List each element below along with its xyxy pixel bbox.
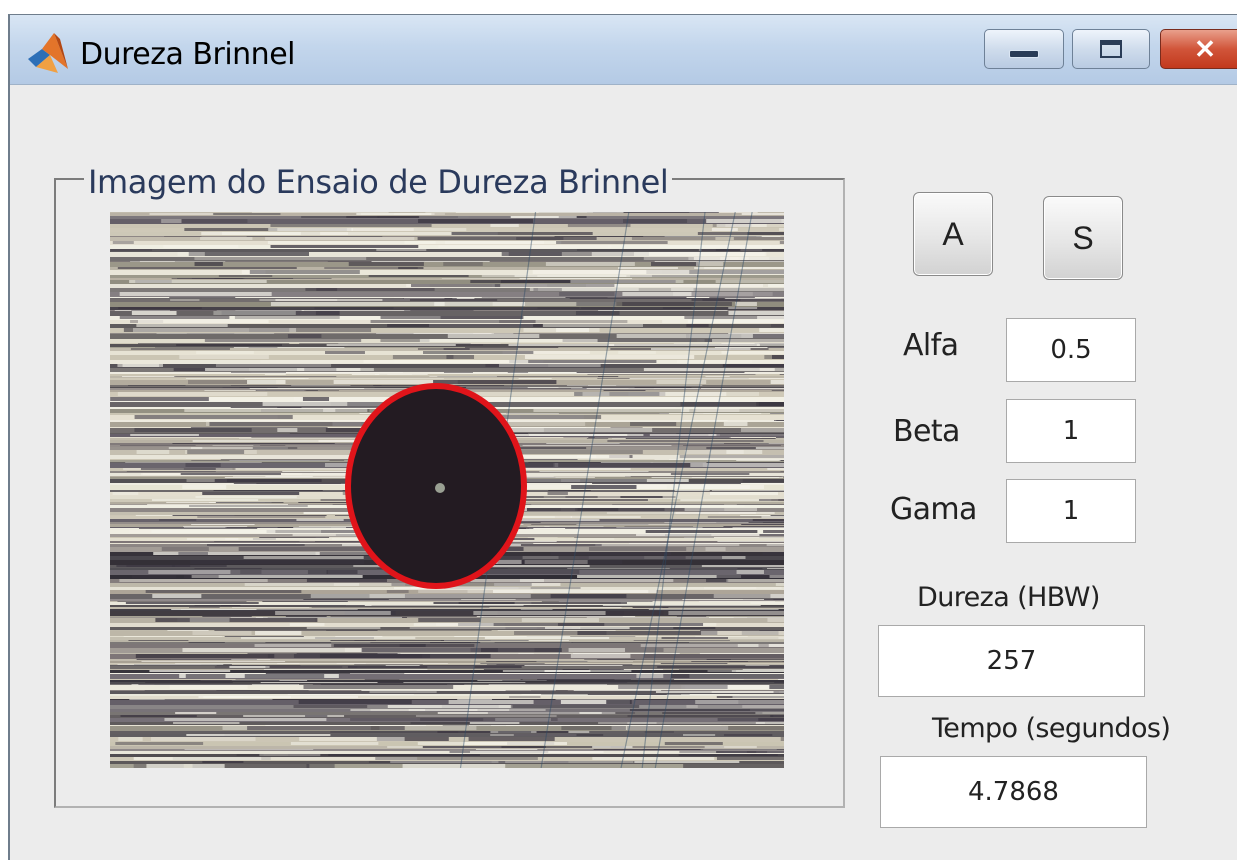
beta-field[interactable]: 1 [1006,399,1136,463]
beta-label: Beta [893,414,960,449]
maximize-button[interactable] [1072,29,1150,69]
tempo-field[interactable]: 4.7868 [880,756,1147,828]
tempo-label: Tempo (segundos) [932,713,1171,744]
maximize-icon [1073,30,1149,68]
window-title: Dureza Brinnel [80,37,295,72]
matlab-icon [28,33,68,73]
close-button[interactable]: ✕ [1160,29,1237,69]
indentation-center [435,483,445,493]
s-button[interactable]: S [1043,196,1123,280]
close-icon: ✕ [1194,33,1216,64]
dureza-label: Dureza (HBW) [917,582,1100,613]
minimize-button[interactable] [984,29,1064,69]
minimize-icon [985,30,1063,68]
brinell-indentation-image [110,212,784,768]
alfa-field[interactable]: 0.5 [1006,318,1136,382]
gama-label: Gama [890,492,977,527]
a-button[interactable]: A [913,192,993,276]
sample-svg [110,212,784,768]
title-bar[interactable]: Dureza Brinnel ✕ [10,15,1237,85]
panel-title: Imagem do Ensaio de Dureza Brinnel [84,163,673,201]
alfa-label: Alfa [903,328,959,363]
dureza-field[interactable]: 257 [878,625,1145,697]
gama-field[interactable]: 1 [1006,479,1136,543]
